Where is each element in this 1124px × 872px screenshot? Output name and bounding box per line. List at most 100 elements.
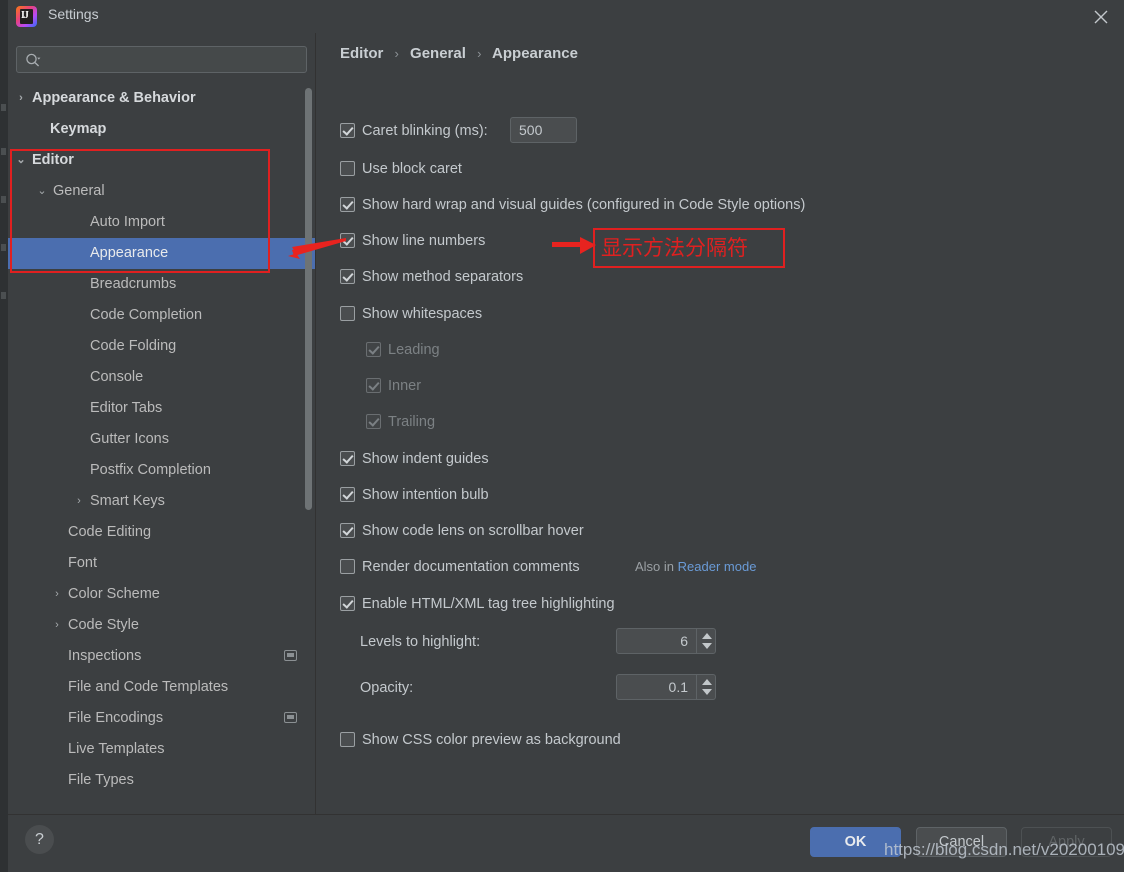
sidebar-item-label: General — [53, 183, 105, 199]
sidebar-item-code-completion[interactable]: Code Completion — [8, 300, 315, 331]
breadcrumb-general[interactable]: General — [410, 45, 466, 62]
checkbox-use-block-caret[interactable] — [340, 161, 355, 176]
ok-button[interactable]: OK — [810, 827, 901, 857]
sidebar-item-smart-keys[interactable]: › Smart Keys — [8, 486, 315, 517]
search-icon — [25, 53, 42, 73]
sidebar-item-label: Console — [90, 369, 144, 385]
sidebar-item-keymap[interactable]: Keymap — [8, 114, 315, 145]
window-title: Settings — [48, 6, 99, 22]
breadcrumb: Editor › General › Appearance — [340, 45, 578, 62]
checkbox-enable-html-xml-tag-tree-highlighting[interactable] — [340, 596, 355, 611]
sidebar-item-postfix-completion[interactable]: Postfix Completion — [8, 455, 315, 486]
sidebar-item-font[interactable]: Font — [8, 548, 315, 579]
sidebar-item-editor-tabs[interactable]: Editor Tabs — [8, 393, 315, 424]
checkbox-show-code-lens-on-scrollbar-hover[interactable] — [340, 523, 355, 538]
sidebar-item-file-and-code-templates[interactable]: File and Code Templates — [8, 672, 315, 703]
sidebar-item-label: Inspections — [68, 648, 142, 664]
sidebar-item-label: File Types — [68, 772, 134, 788]
sidebar-item-label: Keymap — [50, 121, 107, 137]
sidebar-item-code-style[interactable]: › Code Style — [8, 610, 315, 641]
caret-blinking-input[interactable]: 500 — [510, 117, 577, 143]
checkbox-label: Show whitespaces — [362, 306, 483, 322]
sidebar-item-code-folding[interactable]: Code Folding — [8, 331, 315, 362]
reader-mode-prefix: Also in — [635, 559, 675, 574]
chevron-down-icon[interactable]: ⌄ — [14, 145, 28, 176]
sidebar-item-label: Code Style — [68, 617, 139, 633]
chevron-right-icon[interactable]: › — [14, 83, 28, 114]
sidebar-item-label: Appearance — [90, 245, 169, 261]
sidebar-item-appearance[interactable]: Appearance — [8, 238, 315, 269]
settings-tree: › Appearance & Behavior Keymap ⌄ Editor ⌄ Gene… — [8, 83, 315, 814]
chevron-down-icon[interactable]: ⌄ — [35, 176, 49, 207]
config-scope-icon — [284, 712, 297, 723]
chevron-right-icon[interactable]: › — [72, 486, 86, 517]
sidebar-item-label: Font — [68, 555, 98, 571]
sidebar-item-file-types[interactable]: File Types — [8, 765, 315, 796]
sidebar-item-code-editing[interactable]: Code Editing — [8, 517, 315, 548]
sidebar-item-appearance-behavior[interactable]: › Appearance & Behavior — [8, 83, 315, 114]
checkbox-label: Show CSS color preview as background — [362, 732, 621, 748]
sidebar-item-label: Smart Keys — [90, 493, 165, 509]
checkbox-label: Show code lens on scrollbar hover — [362, 523, 584, 539]
sidebar-item-file-encodings[interactable]: File Encodings — [8, 703, 315, 734]
sidebar-item-label: Gutter Icons — [90, 431, 169, 447]
sidebar-item-label: Breadcrumbs — [90, 276, 177, 292]
checkbox-label: Show hard wrap and visual guides (config… — [362, 197, 806, 213]
checkbox-show-whitespaces[interactable] — [340, 306, 355, 321]
sidebar-item-label: Code Editing — [68, 524, 152, 540]
opacity-spinner-arrows[interactable] — [696, 675, 715, 699]
apply-button: Apply — [1021, 827, 1112, 857]
checkbox-show-method-separators[interactable] — [340, 269, 355, 284]
checkbox-show-intention-bulb[interactable] — [340, 487, 355, 502]
checkbox-label: Trailing — [388, 414, 436, 430]
search-input[interactable] — [16, 46, 307, 73]
settings-content-pane: Editor › General › Appearance Caret blin… — [316, 33, 1124, 814]
sidebar-item-label: Code Folding — [90, 338, 177, 354]
sidebar-item-label: Postfix Completion — [90, 462, 211, 478]
reader-mode-note: Also in Reader mode — [635, 557, 756, 577]
checkbox-label: Show method separators — [362, 269, 524, 285]
sidebar-item-label: Live Templates — [68, 741, 165, 757]
help-button[interactable]: ? — [25, 825, 54, 854]
cancel-button[interactable]: Cancel — [916, 827, 1007, 857]
levels-to-highlight-value: 6 — [680, 633, 688, 649]
config-scope-icon — [284, 650, 297, 661]
breadcrumb-editor[interactable]: Editor — [340, 45, 383, 62]
levels-to-highlight-spinner-arrows[interactable] — [696, 629, 715, 653]
checkbox-show-css-color-preview-as-background[interactable] — [340, 732, 355, 747]
chevron-right-icon[interactable]: › — [50, 579, 64, 610]
opacity-value: 0.1 — [668, 679, 688, 695]
sidebar-item-color-scheme[interactable]: › Color Scheme — [8, 579, 315, 610]
opacity-stepper[interactable]: 0.1 — [616, 674, 716, 700]
chevron-right-icon[interactable]: › — [50, 610, 64, 641]
sidebar-item-breadcrumbs[interactable]: Breadcrumbs — [8, 269, 315, 300]
checkbox-show-indent-guides[interactable] — [340, 451, 355, 466]
checkbox-render-documentation-comments[interactable] — [340, 559, 355, 574]
breadcrumb-appearance[interactable]: Appearance — [492, 45, 578, 62]
breadcrumb-separator-icon: › — [477, 46, 482, 61]
breadcrumb-separator-icon: › — [394, 46, 399, 61]
checkbox-show-line-numbers[interactable] — [340, 233, 355, 248]
sidebar-item-editor[interactable]: ⌄ Editor — [8, 145, 315, 176]
sidebar-item-console[interactable]: Console — [8, 362, 315, 393]
checkbox-label: Caret blinking (ms): — [362, 123, 488, 139]
checkbox-show-hard-wrap-and-visual-guides-configured-in-code-style-options[interactable] — [340, 197, 355, 212]
sidebar-item-label: File and Code Templates — [68, 679, 229, 695]
checkbox-label: Enable HTML/XML tag tree highlighting — [362, 596, 615, 612]
sidebar-item-general[interactable]: ⌄ General — [8, 176, 315, 207]
intellij-idea-logo-icon: IJ — [16, 6, 37, 27]
levels-to-highlight-stepper[interactable]: 6 — [616, 628, 716, 654]
sidebar-item-live-templates[interactable]: Live Templates — [8, 734, 315, 765]
sidebar-item-gutter-icons[interactable]: Gutter Icons — [8, 424, 315, 455]
checkbox-caret-blinking-ms[interactable] — [340, 123, 355, 138]
opacity-label: Opacity: — [360, 680, 414, 696]
close-icon[interactable] — [1078, 0, 1124, 33]
sidebar-item-auto-import[interactable]: Auto Import — [8, 207, 315, 238]
sidebar-item-label: Color Scheme — [68, 586, 160, 602]
sidebar-item-label: Appearance & Behavior — [32, 90, 196, 106]
settings-sidebar: › Appearance & Behavior Keymap ⌄ Editor ⌄ Gene… — [8, 33, 315, 814]
checkbox-label: Inner — [388, 378, 422, 394]
sidebar-scrollbar[interactable] — [305, 88, 312, 510]
sidebar-item-inspections[interactable]: Inspections — [8, 641, 315, 672]
reader-mode-link[interactable]: Reader mode — [678, 559, 757, 574]
